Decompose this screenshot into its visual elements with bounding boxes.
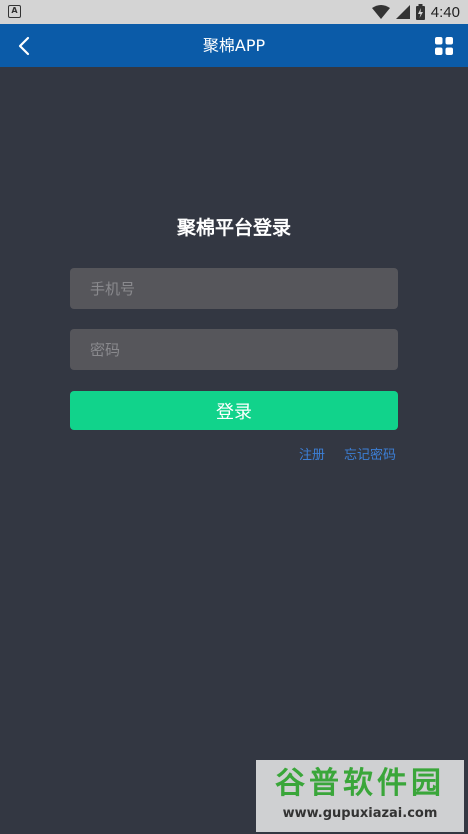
password-input[interactable] — [70, 329, 398, 370]
status-indicators: 4:40 — [371, 0, 460, 24]
back-button[interactable] — [8, 30, 40, 62]
phone-input[interactable] — [70, 268, 398, 309]
forgot-password-link[interactable]: 忘记密码 — [344, 444, 396, 463]
app-notification-icon: A — [8, 5, 21, 18]
login-screen: A 4:40 聚棉APP 聚棉平台登录 手机号 登录 注册 忘记密码 谷普软件园… — [0, 0, 468, 834]
app-bar: 聚棉APP — [0, 24, 468, 67]
grid-menu-icon — [435, 37, 453, 55]
status-time: 4:40 — [430, 3, 460, 21]
app-title: 聚棉APP — [202, 36, 266, 55]
battery-charging-icon — [415, 4, 425, 20]
watermark-url: www.gupuxiazai.com — [282, 806, 438, 821]
watermark-logo: 谷普软件园 — [275, 766, 445, 801]
login-title: 聚棉平台登录 — [176, 217, 291, 239]
watermark: 谷普软件园 www.gupuxiazai.com — [256, 760, 464, 832]
menu-button[interactable] — [428, 30, 460, 62]
back-arrow-icon — [18, 36, 30, 56]
register-link[interactable]: 注册 — [299, 444, 325, 463]
cellular-signal-icon — [395, 5, 410, 19]
login-button[interactable]: 登录 — [70, 391, 398, 430]
wifi-icon — [371, 5, 390, 19]
status-bar: A 4:40 — [0, 0, 468, 24]
